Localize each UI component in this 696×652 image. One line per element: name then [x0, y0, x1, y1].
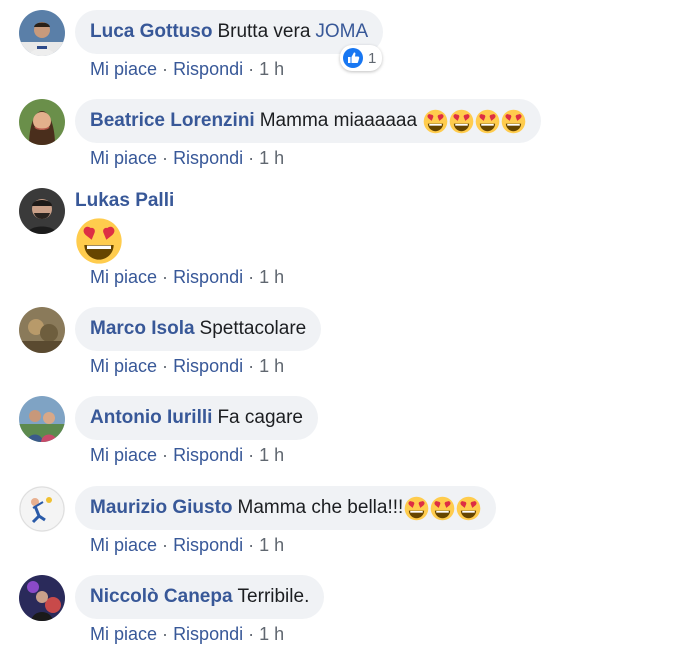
comment-author[interactable]: Beatrice Lorenzini	[90, 110, 255, 132]
comment-text: Fa cagare	[217, 407, 303, 428]
like-link[interactable]: Mi piace	[90, 356, 157, 376]
like-link[interactable]: Mi piace	[90, 59, 157, 79]
tagged-page-link[interactable]: JOMA	[315, 21, 368, 43]
reply-link[interactable]: Rispondi	[173, 624, 243, 644]
timestamp[interactable]: 1 h	[259, 445, 284, 465]
comment-author[interactable]: Niccolò Canepa	[90, 586, 233, 608]
timestamp[interactable]: 1 h	[259, 356, 284, 376]
separator: ·	[162, 59, 169, 79]
comment-text-wrap: Mamma miaaaaaa	[260, 109, 526, 134]
separator: ·	[248, 356, 255, 376]
comment-actions: Mi piace · Rispondi · 1 h	[90, 624, 284, 645]
comment-actions: Mi piace · Rispondi · 1 h	[90, 356, 284, 377]
comment-author[interactable]: Luca Gottuso	[90, 21, 212, 43]
comment-author[interactable]: Antonio Iurilli	[90, 407, 212, 429]
separator: ·	[162, 445, 169, 465]
comment-actions: Mi piace · Rispondi · 1 h	[90, 148, 284, 169]
heart-eyes-emoji	[456, 496, 481, 521]
separator: ·	[162, 624, 169, 644]
comment-author[interactable]: Lukas Palli	[75, 190, 174, 212]
comment-bubble: Beatrice Lorenzini Mamma miaaaaaa	[75, 99, 542, 143]
separator: ·	[162, 356, 169, 376]
avatar[interactable]	[19, 575, 65, 621]
avatar[interactable]	[19, 10, 65, 56]
avatar[interactable]	[19, 99, 65, 145]
comment-bubble: Maurizio Giusto Mamma che bella!!!	[75, 486, 497, 530]
like-link[interactable]: Mi piace	[90, 445, 157, 465]
avatar[interactable]	[19, 307, 65, 353]
timestamp[interactable]: 1 h	[259, 59, 284, 79]
comment-bubble: Marco Isola Spettacolare	[75, 307, 322, 351]
comment-actions: Mi piace · Rispondi · 1 h	[90, 535, 284, 556]
comment-actions: Mi piace · Rispondi · 1 h	[90, 445, 284, 466]
comment-author[interactable]: Marco Isola	[90, 318, 195, 340]
avatar[interactable]	[19, 486, 65, 532]
comment-bubble: Antonio Iurilli Fa cagare	[75, 396, 318, 440]
timestamp[interactable]: 1 h	[259, 624, 284, 644]
comment-author[interactable]: Maurizio Giusto	[90, 497, 233, 519]
thumbs-up-icon	[342, 47, 364, 69]
separator: ·	[162, 148, 169, 168]
separator: ·	[248, 535, 255, 555]
avatar[interactable]	[19, 396, 65, 442]
reply-link[interactable]: Rispondi	[173, 445, 243, 465]
comment-text: Spettacolare	[199, 318, 307, 339]
reply-link[interactable]: Rispondi	[173, 356, 243, 376]
like-link[interactable]: Mi piace	[90, 624, 157, 644]
heart-eyes-emoji	[423, 109, 448, 134]
separator: ·	[162, 267, 169, 287]
avatar[interactable]	[19, 188, 65, 234]
comment-text-wrap: Mamma che bella!!!	[238, 496, 482, 521]
heart-eyes-emoji	[75, 217, 123, 265]
heart-eyes-emoji	[475, 109, 500, 134]
separator: ·	[248, 624, 255, 644]
separator: ·	[248, 59, 255, 79]
comment-text: Mamma miaaaaaa	[259, 110, 418, 131]
separator: ·	[248, 267, 255, 287]
reaction-count-badge[interactable]: 1	[340, 45, 383, 71]
comment-actions: Mi piace · Rispondi · 1 h	[90, 59, 284, 80]
comment-bubble: Niccolò Canepa Terribile.	[75, 575, 325, 619]
reply-link[interactable]: Rispondi	[173, 148, 243, 168]
heart-eyes-emoji	[449, 109, 474, 134]
reaction-count: 1	[368, 49, 377, 67]
comment-actions: Mi piace · Rispondi · 1 h	[90, 267, 284, 288]
like-link[interactable]: Mi piace	[90, 267, 157, 287]
heart-eyes-emoji	[404, 496, 429, 521]
separator: ·	[248, 445, 255, 465]
comment-text: Terribile.	[237, 586, 310, 607]
like-link[interactable]: Mi piace	[90, 535, 157, 555]
heart-eyes-emoji	[430, 496, 455, 521]
separator: ·	[248, 148, 255, 168]
timestamp[interactable]: 1 h	[259, 535, 284, 555]
comment-text: Mamma che bella!!!	[237, 497, 404, 518]
timestamp[interactable]: 1 h	[259, 267, 284, 287]
comment-text: Brutta vera	[217, 21, 311, 42]
reply-link[interactable]: Rispondi	[173, 267, 243, 287]
separator: ·	[162, 535, 169, 555]
reply-link[interactable]: Rispondi	[173, 535, 243, 555]
heart-eyes-emoji	[501, 109, 526, 134]
reply-link[interactable]: Rispondi	[173, 59, 243, 79]
like-link[interactable]: Mi piace	[90, 148, 157, 168]
comment-bubble: Luca Gottuso Brutta vera JOMA	[75, 10, 384, 54]
timestamp[interactable]: 1 h	[259, 148, 284, 168]
